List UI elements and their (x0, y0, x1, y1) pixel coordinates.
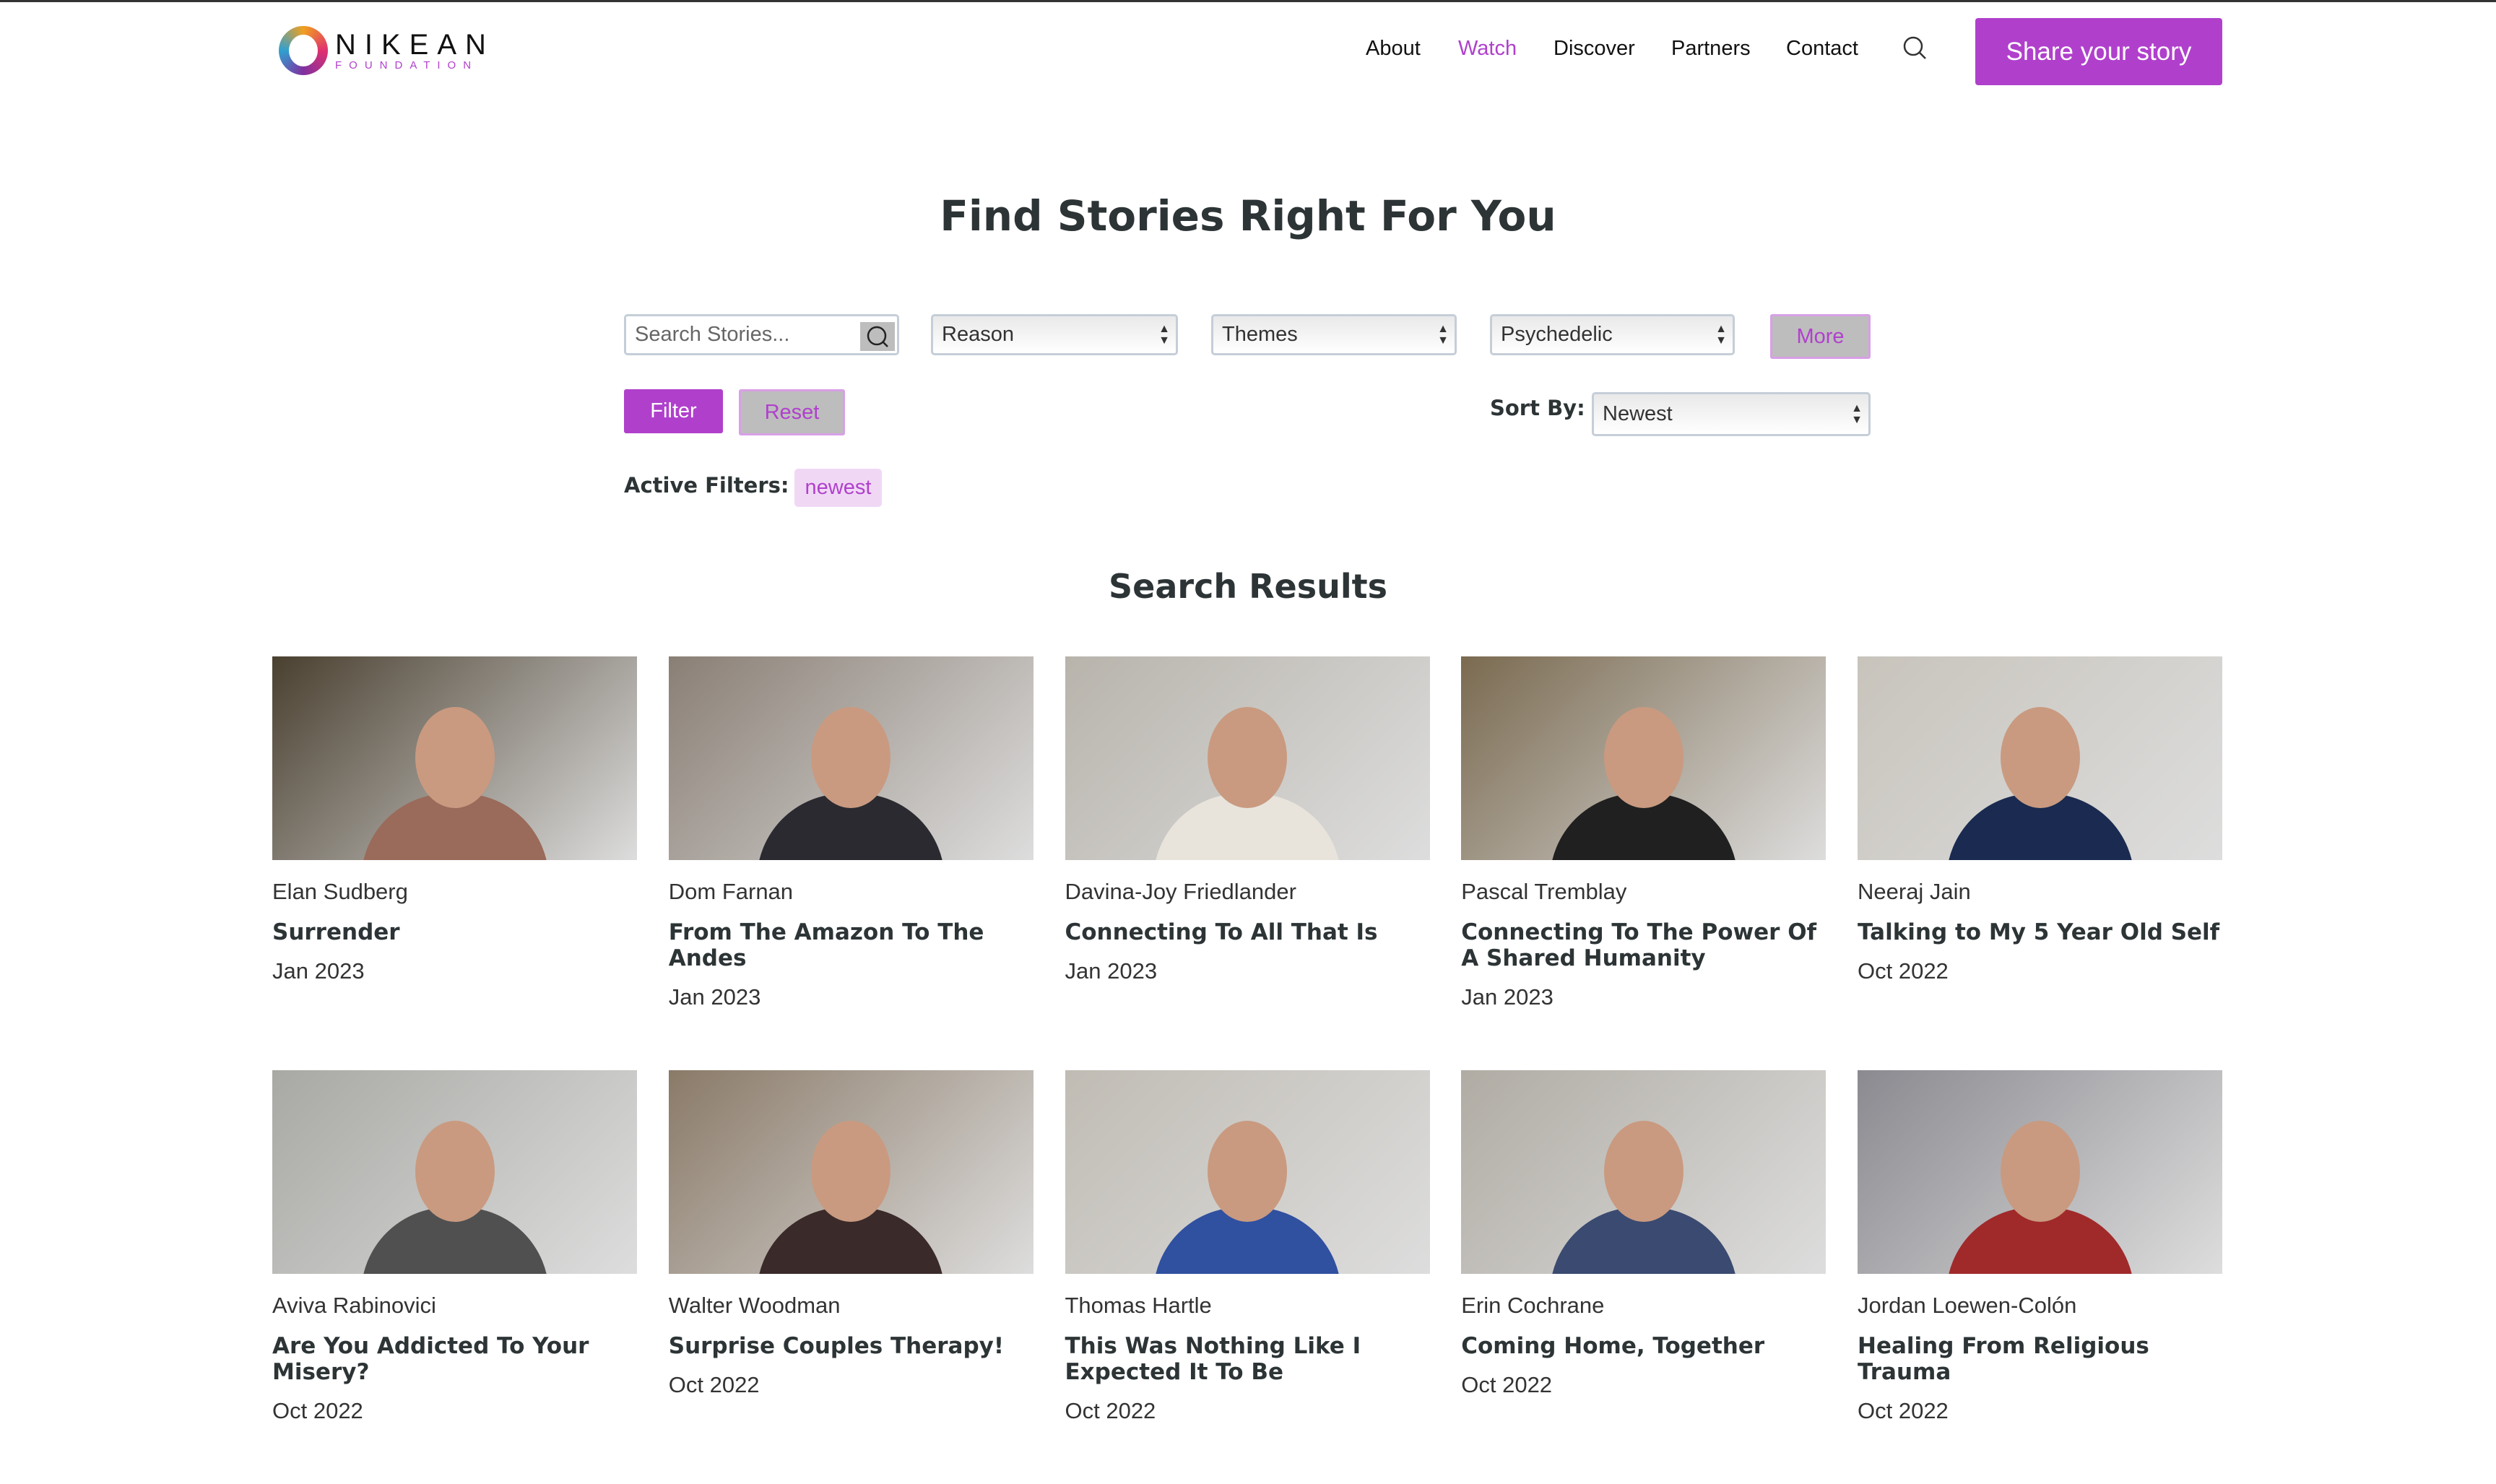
nav-discover[interactable]: Discover (1554, 37, 1635, 61)
reason-value: Reason (942, 323, 1014, 346)
story-title[interactable]: Talking to My 5 Year Old Self (1858, 919, 2222, 945)
search-icon[interactable] (1902, 35, 1927, 60)
story-card[interactable]: Erin Cochrane Coming Home, Together Oct … (1461, 1070, 1826, 1484)
person-head (811, 707, 891, 808)
person-head (1208, 1121, 1287, 1222)
story-title[interactable]: Surrender (272, 919, 637, 945)
story-card[interactable]: Pascal Tremblay Connecting To The Power … (1461, 656, 1826, 1070)
story-thumbnail[interactable] (668, 656, 1034, 860)
story-date: Oct 2022 (1461, 1372, 1553, 1397)
share-story-button[interactable]: Share your story (1975, 18, 2222, 85)
story-card[interactable]: Neeraj Jain Talking to My 5 Year Old Sel… (1858, 656, 2222, 1070)
sort-value: Newest (1603, 402, 1673, 425)
story-speaker: Dom Farnan (668, 879, 794, 904)
person-head (415, 1121, 495, 1222)
person-head (415, 707, 495, 808)
story-date: Jan 2023 (272, 958, 365, 984)
themes-select[interactable]: Themes ▲ ▼ (1211, 314, 1457, 355)
brand-sub: FOUNDATION (335, 58, 479, 71)
active-filter-badge[interactable]: newest (794, 469, 882, 507)
psychedelic-select[interactable]: Psychedelic ▲ ▼ (1490, 314, 1735, 355)
story-thumbnail[interactable] (1065, 656, 1430, 860)
story-speaker: Walter Woodman (668, 1293, 841, 1318)
story-speaker: Elan Sudberg (272, 879, 408, 904)
story-title[interactable]: Connecting To The Power Of A Shared Huma… (1461, 919, 1826, 971)
story-title[interactable]: Healing From Religious Trauma (1858, 1333, 2222, 1385)
sort-label: Sort By: (1490, 396, 1585, 420)
nav-about[interactable]: About (1366, 37, 1421, 61)
story-speaker: Jordan Loewen-Colón (1858, 1293, 2077, 1318)
story-date: Oct 2022 (1858, 958, 1949, 984)
story-card[interactable]: Elan Sudberg Surrender Jan 2023 (272, 656, 637, 1070)
story-card[interactable]: Jordan Loewen-Colón Healing From Religio… (1858, 1070, 2222, 1484)
story-thumbnail[interactable] (1858, 1070, 2222, 1274)
person-head (1208, 707, 1287, 808)
nav-partners[interactable]: Partners (1671, 37, 1751, 61)
story-title[interactable]: From The Amazon To The Andes (669, 919, 1034, 971)
story-date: Oct 2022 (1858, 1398, 1949, 1423)
story-card[interactable]: Dom Farnan From The Amazon To The Andes … (668, 656, 1034, 1070)
active-filters-label: Active Filters: (624, 473, 789, 498)
story-date: Oct 2022 (668, 1372, 760, 1397)
psychedelic-value: Psychedelic (1501, 323, 1613, 346)
themes-value: Themes (1222, 323, 1298, 346)
story-speaker: Erin Cochrane (1461, 1293, 1605, 1318)
story-speaker: Neeraj Jain (1858, 879, 1971, 904)
search-placeholder: Search Stories... (635, 323, 790, 346)
person-head (1603, 707, 1684, 808)
story-thumbnail[interactable] (1461, 1070, 1826, 1274)
story-date: Jan 2023 (668, 984, 761, 1010)
story-title[interactable]: Are You Addicted To Your Misery? (272, 1333, 637, 1385)
reset-button[interactable]: Reset (739, 389, 845, 435)
logo-icon (279, 26, 328, 75)
person-head (1603, 1121, 1684, 1222)
select-arrows-icon: ▲ ▼ (1158, 323, 1170, 347)
story-speaker: Pascal Tremblay (1461, 879, 1627, 904)
story-title[interactable]: Coming Home, Together (1461, 1333, 1826, 1359)
more-button[interactable]: More (1770, 314, 1871, 359)
story-title[interactable]: Surprise Couples Therapy! (669, 1333, 1034, 1359)
story-date: Jan 2023 (1065, 958, 1158, 984)
brand-name: NIKEAN (335, 28, 495, 61)
story-thumbnail[interactable] (272, 656, 637, 860)
story-card[interactable]: Aviva Rabinovici Are You Addicted To You… (272, 1070, 637, 1484)
story-thumbnail[interactable] (1858, 656, 2222, 860)
story-thumbnail[interactable] (668, 1070, 1034, 1274)
story-card[interactable]: Davina-Joy Friedlander Connecting To All… (1065, 656, 1430, 1070)
person-head (811, 1121, 891, 1222)
story-card[interactable]: Thomas Hartle This Was Nothing Like I Ex… (1065, 1070, 1430, 1484)
story-speaker: Thomas Hartle (1065, 1293, 1212, 1318)
person-head (2000, 707, 2080, 808)
story-grid: Elan Sudberg Surrender Jan 2023 Dom Farn… (272, 656, 2222, 1484)
select-arrows-icon: ▲ ▼ (1715, 323, 1727, 347)
page-title: Find Stories Right For You (940, 191, 1556, 240)
story-date: Oct 2022 (1065, 1398, 1156, 1423)
results-title: Search Results (1109, 567, 1387, 606)
logo[interactable]: NIKEAN FOUNDATION (279, 26, 495, 75)
filter-button[interactable]: Filter (624, 389, 723, 433)
story-speaker: Aviva Rabinovici (272, 1293, 436, 1318)
search-input[interactable]: Search Stories... (624, 314, 899, 355)
story-speaker: Davina-Joy Friedlander (1065, 879, 1296, 904)
search-icon (867, 326, 888, 347)
person-head (2000, 1121, 2080, 1222)
select-arrows-icon: ▲ ▼ (1437, 323, 1449, 347)
search-button[interactable] (860, 322, 895, 351)
nav-contact[interactable]: Contact (1786, 37, 1858, 61)
story-date: Jan 2023 (1461, 984, 1554, 1010)
story-date: Oct 2022 (272, 1398, 363, 1423)
story-thumbnail[interactable] (1065, 1070, 1430, 1274)
story-title[interactable]: This Was Nothing Like I Expected It To B… (1065, 1333, 1430, 1385)
reason-select[interactable]: Reason ▲ ▼ (931, 314, 1178, 355)
story-thumbnail[interactable] (272, 1070, 637, 1274)
sort-select[interactable]: Newest ▲ ▼ (1592, 392, 1871, 436)
select-arrows-icon: ▲ ▼ (1851, 402, 1863, 426)
story-thumbnail[interactable] (1461, 656, 1826, 860)
nav-watch[interactable]: Watch (1458, 37, 1517, 61)
story-title[interactable]: Connecting To All That Is (1065, 919, 1430, 945)
story-card[interactable]: Walter Woodman Surprise Couples Therapy!… (668, 1070, 1034, 1484)
